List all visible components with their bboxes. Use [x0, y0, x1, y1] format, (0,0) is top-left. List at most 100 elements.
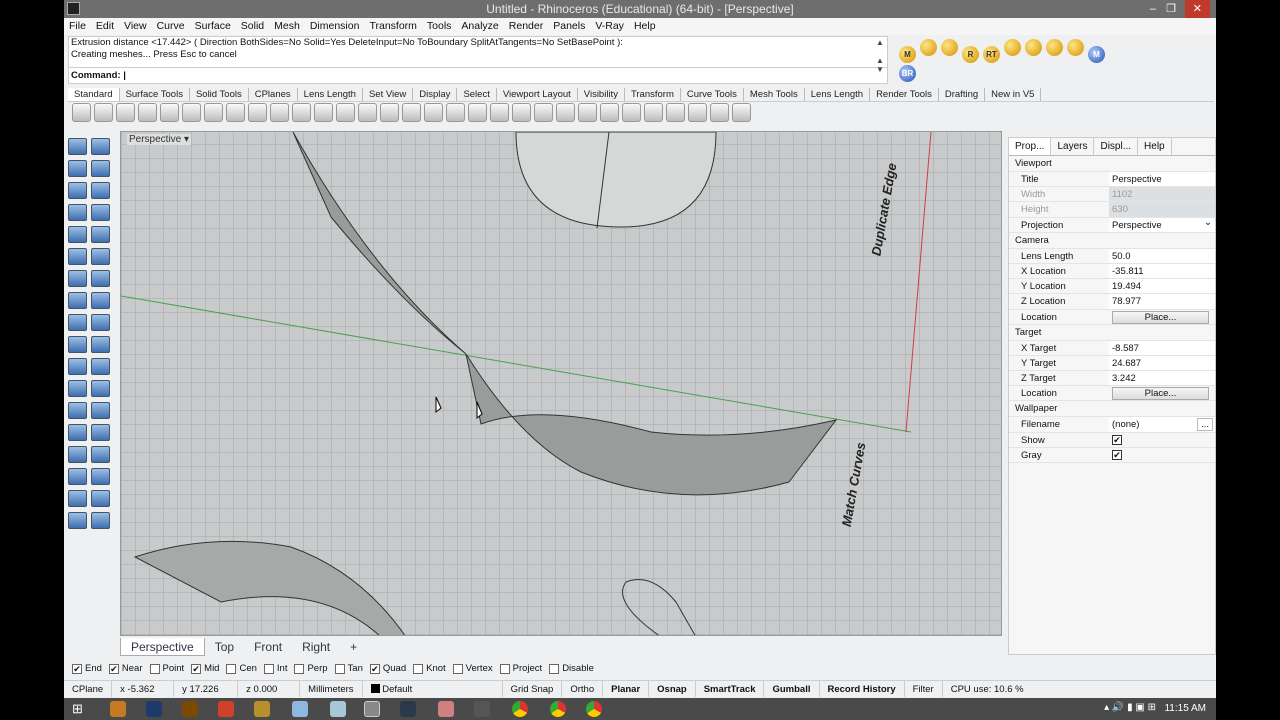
toolbar-icon[interactable]: [138, 103, 157, 122]
tool-icon[interactable]: [68, 402, 87, 419]
toolbar-tab[interactable]: New in V5: [985, 88, 1042, 101]
perspective-viewport[interactable]: Perspective ▾ Duplicate Edge Match Curve…: [120, 131, 1002, 636]
tool-icon[interactable]: [68, 292, 87, 309]
render-tool-icon[interactable]: R: [962, 46, 979, 63]
toolbar-icon[interactable]: [710, 103, 729, 122]
toolbar-icon[interactable]: [94, 103, 113, 122]
tool-icon[interactable]: [91, 402, 110, 419]
tool-icon[interactable]: [91, 446, 110, 463]
toolbar-icon[interactable]: [446, 103, 465, 122]
render-tool-icon[interactable]: [1025, 39, 1042, 56]
toolbar-tab[interactable]: Surface Tools: [120, 88, 190, 101]
status-toggle-smarttrack[interactable]: SmartTrack: [696, 681, 765, 697]
checkbox[interactable]: ✔: [108, 664, 119, 674]
status-toggle-planar[interactable]: Planar: [603, 681, 650, 697]
toolbar-icon[interactable]: [578, 103, 597, 122]
osnap-cen[interactable]: Cen: [226, 662, 257, 676]
taskbar-app-icon[interactable]: [330, 701, 346, 717]
render-tool-icon[interactable]: [1046, 39, 1063, 56]
tool-icon[interactable]: [68, 446, 87, 463]
tool-icon[interactable]: [91, 160, 110, 177]
toolbar-tab[interactable]: Mesh Tools: [744, 88, 805, 101]
close-button[interactable]: ✕: [1184, 0, 1210, 18]
tool-icon[interactable]: [68, 204, 87, 221]
menu-item-edit[interactable]: Edit: [91, 18, 119, 35]
toolbar-tab[interactable]: Curve Tools: [681, 88, 744, 101]
checkbox[interactable]: ✔: [1112, 434, 1122, 445]
checkbox[interactable]: [263, 664, 274, 674]
status-toggle-ortho[interactable]: Ortho: [562, 681, 604, 697]
cplane-label[interactable]: CPlane: [64, 681, 113, 697]
viewport-tab[interactable]: +: [340, 638, 367, 656]
toolbar-icon[interactable]: [534, 103, 553, 122]
property-value[interactable]: Perspective ⌄: [1109, 215, 1215, 232]
toolbar-icon[interactable]: [402, 103, 421, 122]
photoshop-icon[interactable]: [146, 701, 162, 717]
status-toggle-grid-snap[interactable]: Grid Snap: [503, 681, 563, 697]
render-tool-icon[interactable]: BR: [899, 65, 916, 82]
toolbar-icon[interactable]: [182, 103, 201, 122]
viewport-title[interactable]: Perspective ▾: [127, 134, 192, 145]
chevron-down-icon[interactable]: ⌄: [1204, 215, 1212, 230]
checkbox[interactable]: [226, 664, 237, 674]
render-tool-icon[interactable]: [1067, 39, 1084, 56]
osnap-mid[interactable]: ✔ Mid: [191, 662, 219, 676]
property-value[interactable]: 24.687: [1109, 355, 1215, 371]
toolbar-icon[interactable]: [160, 103, 179, 122]
osnap-point[interactable]: Point: [149, 662, 184, 676]
panel-tab[interactable]: Help: [1138, 138, 1172, 155]
start-button[interactable]: ⊞: [72, 701, 83, 717]
menu-item-solid[interactable]: Solid: [236, 18, 269, 35]
viewport-tab[interactable]: Front: [244, 638, 292, 656]
taskbar-app-icon[interactable]: [218, 701, 234, 717]
checkbox[interactable]: [549, 664, 560, 674]
property-value[interactable]: ✔: [1109, 448, 1215, 462]
taskbar-app-icon[interactable]: [400, 701, 416, 717]
osnap-project[interactable]: Project: [499, 662, 542, 676]
tool-icon[interactable]: [91, 468, 110, 485]
taskbar-app-icon[interactable]: [292, 701, 308, 717]
status-toggle-osnap[interactable]: Osnap: [649, 681, 696, 697]
toolbar-icon[interactable]: [468, 103, 487, 122]
osnap-perp[interactable]: Perp: [294, 662, 328, 676]
toolbar-tab[interactable]: Standard: [68, 88, 120, 101]
menu-item-v-ray[interactable]: V-Ray: [590, 18, 629, 35]
checkbox[interactable]: [499, 664, 510, 674]
tool-icon[interactable]: [91, 424, 110, 441]
place-button[interactable]: Place...: [1112, 310, 1209, 324]
osnap-disable[interactable]: Disable: [549, 662, 594, 676]
status-toggle-gumball[interactable]: Gumball: [764, 681, 820, 697]
toolbar-icon[interactable]: [424, 103, 443, 122]
property-value[interactable]: Place...: [1109, 310, 1215, 324]
tool-icon[interactable]: [91, 512, 110, 529]
minimize-button[interactable]: –: [1150, 0, 1156, 18]
tool-icon[interactable]: [68, 226, 87, 243]
tool-icon[interactable]: [68, 468, 87, 485]
toolbar-icon[interactable]: [336, 103, 355, 122]
system-tray-icons[interactable]: ▴ 🔊 ▮ ▣ ⊞: [1104, 702, 1156, 713]
tool-icon[interactable]: [68, 424, 87, 441]
taskbar-app-icon[interactable]: [474, 701, 490, 717]
property-value[interactable]: Perspective: [1109, 172, 1215, 187]
layer-indicator[interactable]: Default: [363, 681, 503, 697]
tool-icon[interactable]: [91, 490, 110, 507]
toolbar-icon[interactable]: [490, 103, 509, 122]
toolbar-icon[interactable]: [688, 103, 707, 122]
property-value[interactable]: -8.587: [1109, 340, 1215, 355]
toolbar-tab[interactable]: Display: [413, 88, 458, 101]
tool-icon[interactable]: [91, 182, 110, 199]
toolbar-icon[interactable]: [622, 103, 641, 122]
toolbar-tab[interactable]: Transform: [625, 88, 681, 101]
chrome-icon[interactable]: [586, 701, 602, 717]
menu-item-transform[interactable]: Transform: [364, 18, 421, 35]
toolbar-tab[interactable]: CPlanes: [249, 88, 298, 101]
tool-icon[interactable]: [68, 182, 87, 199]
toolbar-tab[interactable]: Drafting: [939, 88, 986, 101]
taskbar-app-icon[interactable]: [254, 701, 270, 717]
toolbar-icon[interactable]: [556, 103, 575, 122]
render-tool-icon[interactable]: M: [899, 46, 916, 63]
osnap-vertex[interactable]: Vertex: [452, 662, 493, 676]
menu-item-dimension[interactable]: Dimension: [305, 18, 365, 35]
property-value[interactable]: ✔: [1109, 433, 1215, 447]
menu-item-analyze[interactable]: Analyze: [456, 18, 503, 35]
